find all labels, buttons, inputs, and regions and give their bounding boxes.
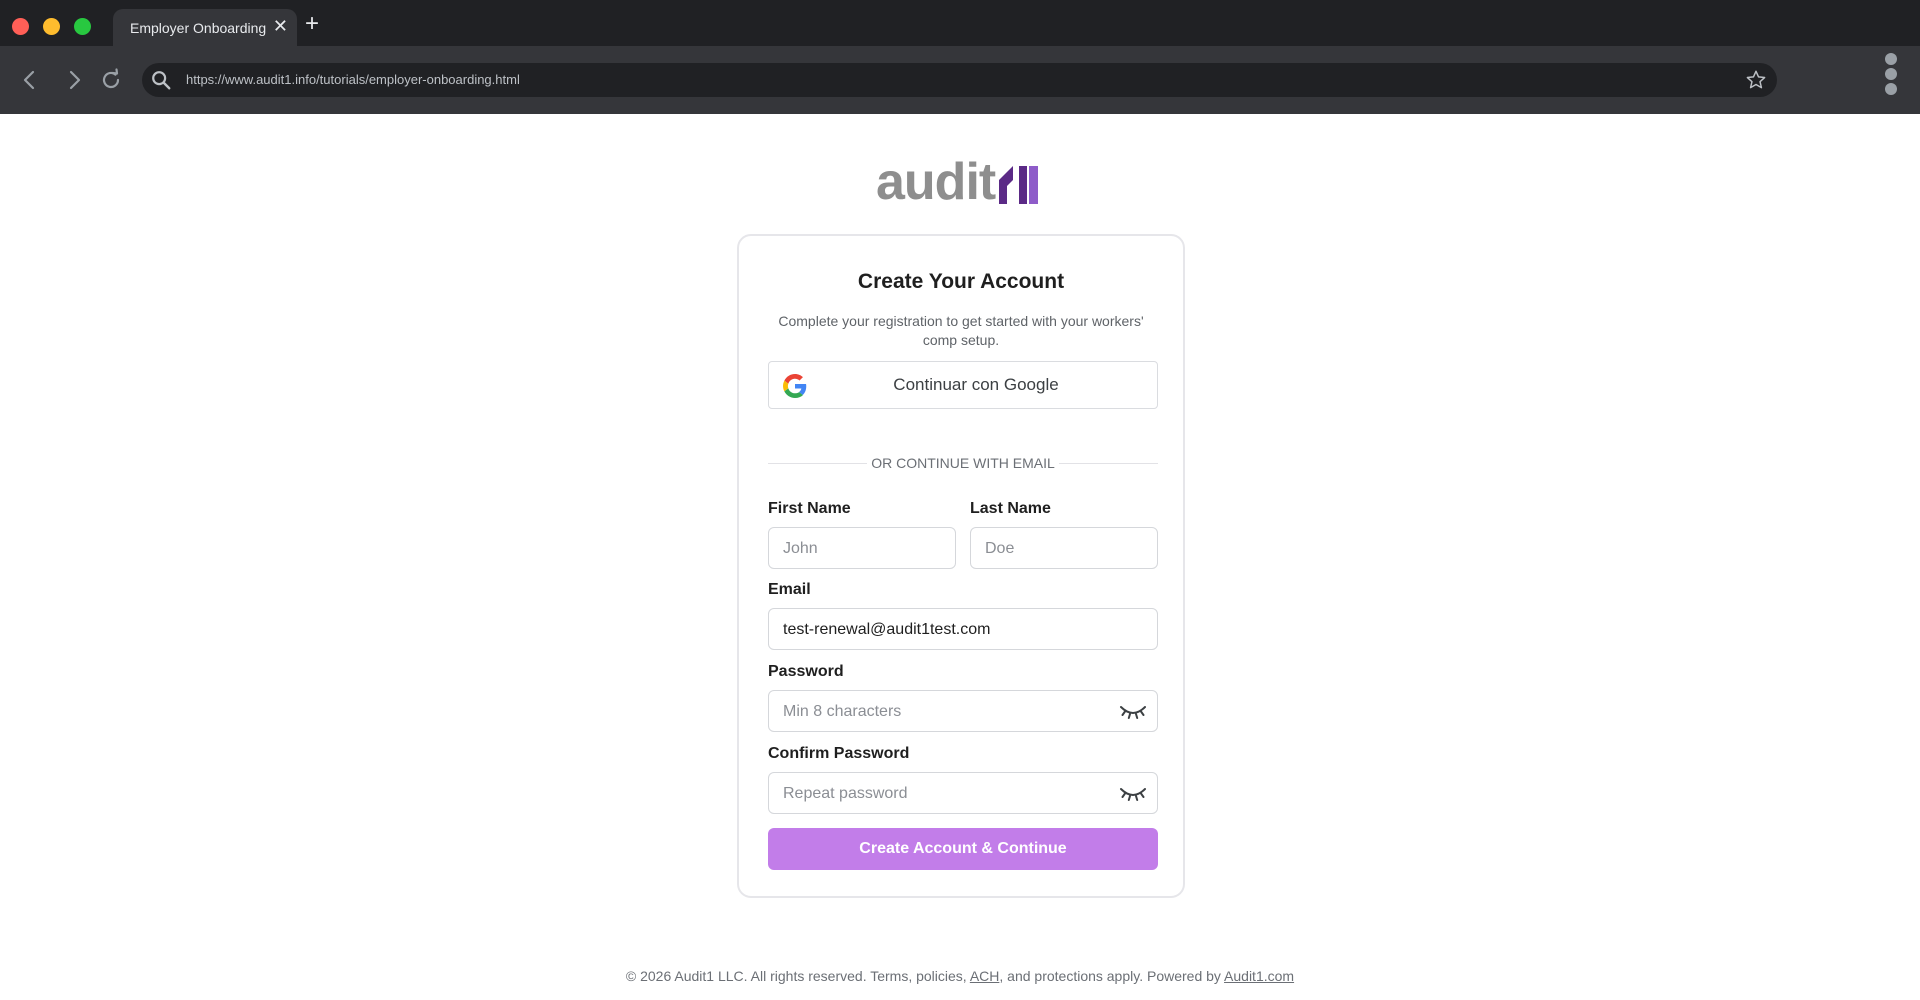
reload-icon[interactable] — [99, 68, 123, 92]
email-value: test-renewal@audit1test.com — [783, 621, 991, 638]
password-input[interactable]: Min 8 characters — [768, 690, 1158, 732]
browser-toolbar: https://www.audit1.info/tutorials/employ… — [0, 46, 1920, 114]
footer-text-middle: , and protections apply. Powered by — [999, 968, 1225, 984]
address-bar[interactable]: https://www.audit1.info/tutorials/employ… — [142, 63, 1777, 97]
form-title: Create Your Account — [857, 270, 1065, 293]
or-divider: OR CONTINUE WITH EMAIL — [768, 455, 1158, 473]
confirm-password-label: Confirm Password — [768, 745, 910, 762]
chevron-left-icon[interactable] — [18, 68, 42, 92]
first-name-label: First Name — [768, 500, 851, 517]
browser-tab-bar: Employer Onboarding ✕ + — [0, 0, 1920, 46]
logo-wordmark: audit — [876, 153, 996, 211]
window-close-button[interactable] — [12, 18, 29, 35]
first-name-input[interactable]: John — [768, 527, 956, 569]
form-subtitle: Complete your registration to get starte… — [778, 313, 1144, 348]
signup-card: Create Your Account Complete your regist… — [737, 234, 1185, 898]
last-name-label: Last Name — [970, 500, 1051, 517]
logo-mark-icon — [999, 166, 1038, 204]
last-name-input[interactable]: Doe — [970, 527, 1158, 569]
search-icon — [152, 71, 171, 90]
address-bar-url: https://www.audit1.info/tutorials/employ… — [186, 72, 520, 87]
last-name-placeholder: Doe — [985, 540, 1015, 557]
footer-text-prefix: © 2026 Audit1 LLC. All rights reserved. … — [625, 968, 970, 984]
confirm-password-placeholder: Repeat password — [783, 785, 908, 802]
audit1-logo: audit — [876, 154, 1042, 210]
eye-closed-icon[interactable] — [1119, 785, 1147, 803]
first-name-placeholder: John — [783, 540, 818, 557]
create-account-label: Create Account & Continue — [859, 840, 1067, 857]
password-label: Password — [768, 663, 844, 680]
eye-closed-icon[interactable] — [1119, 703, 1147, 721]
email-input[interactable]: test-renewal@audit1test.com — [768, 608, 1158, 650]
tab-close-icon[interactable]: ✕ — [273, 16, 288, 36]
email-label: Email — [768, 581, 811, 598]
confirm-password-input[interactable]: Repeat password — [768, 772, 1158, 814]
browser-tab-active[interactable]: Employer Onboarding ✕ — [113, 9, 297, 46]
star-icon[interactable] — [1745, 69, 1767, 91]
new-tab-button[interactable]: + — [305, 12, 319, 36]
kebab-menu-icon[interactable] — [1885, 53, 1897, 99]
chevron-right-icon[interactable] — [62, 68, 86, 92]
window-maximize-button[interactable] — [74, 18, 91, 35]
page-footer: © 2026 Audit1 LLC. All rights reserved. … — [0, 968, 1920, 984]
powered-by-link[interactable]: Audit1.com — [1224, 968, 1294, 984]
tab-title: Employer Onboarding — [130, 20, 267, 36]
google-signin-label: Continuar con Google — [893, 375, 1059, 394]
ach-link[interactable]: ACH — [970, 968, 1000, 984]
google-signin-button[interactable]: Continuar con Google — [768, 361, 1158, 409]
password-placeholder: Min 8 characters — [783, 703, 902, 720]
create-account-button[interactable]: Create Account & Continue — [768, 828, 1158, 870]
divider-line-right — [1059, 463, 1158, 464]
window-minimize-button[interactable] — [43, 18, 60, 35]
